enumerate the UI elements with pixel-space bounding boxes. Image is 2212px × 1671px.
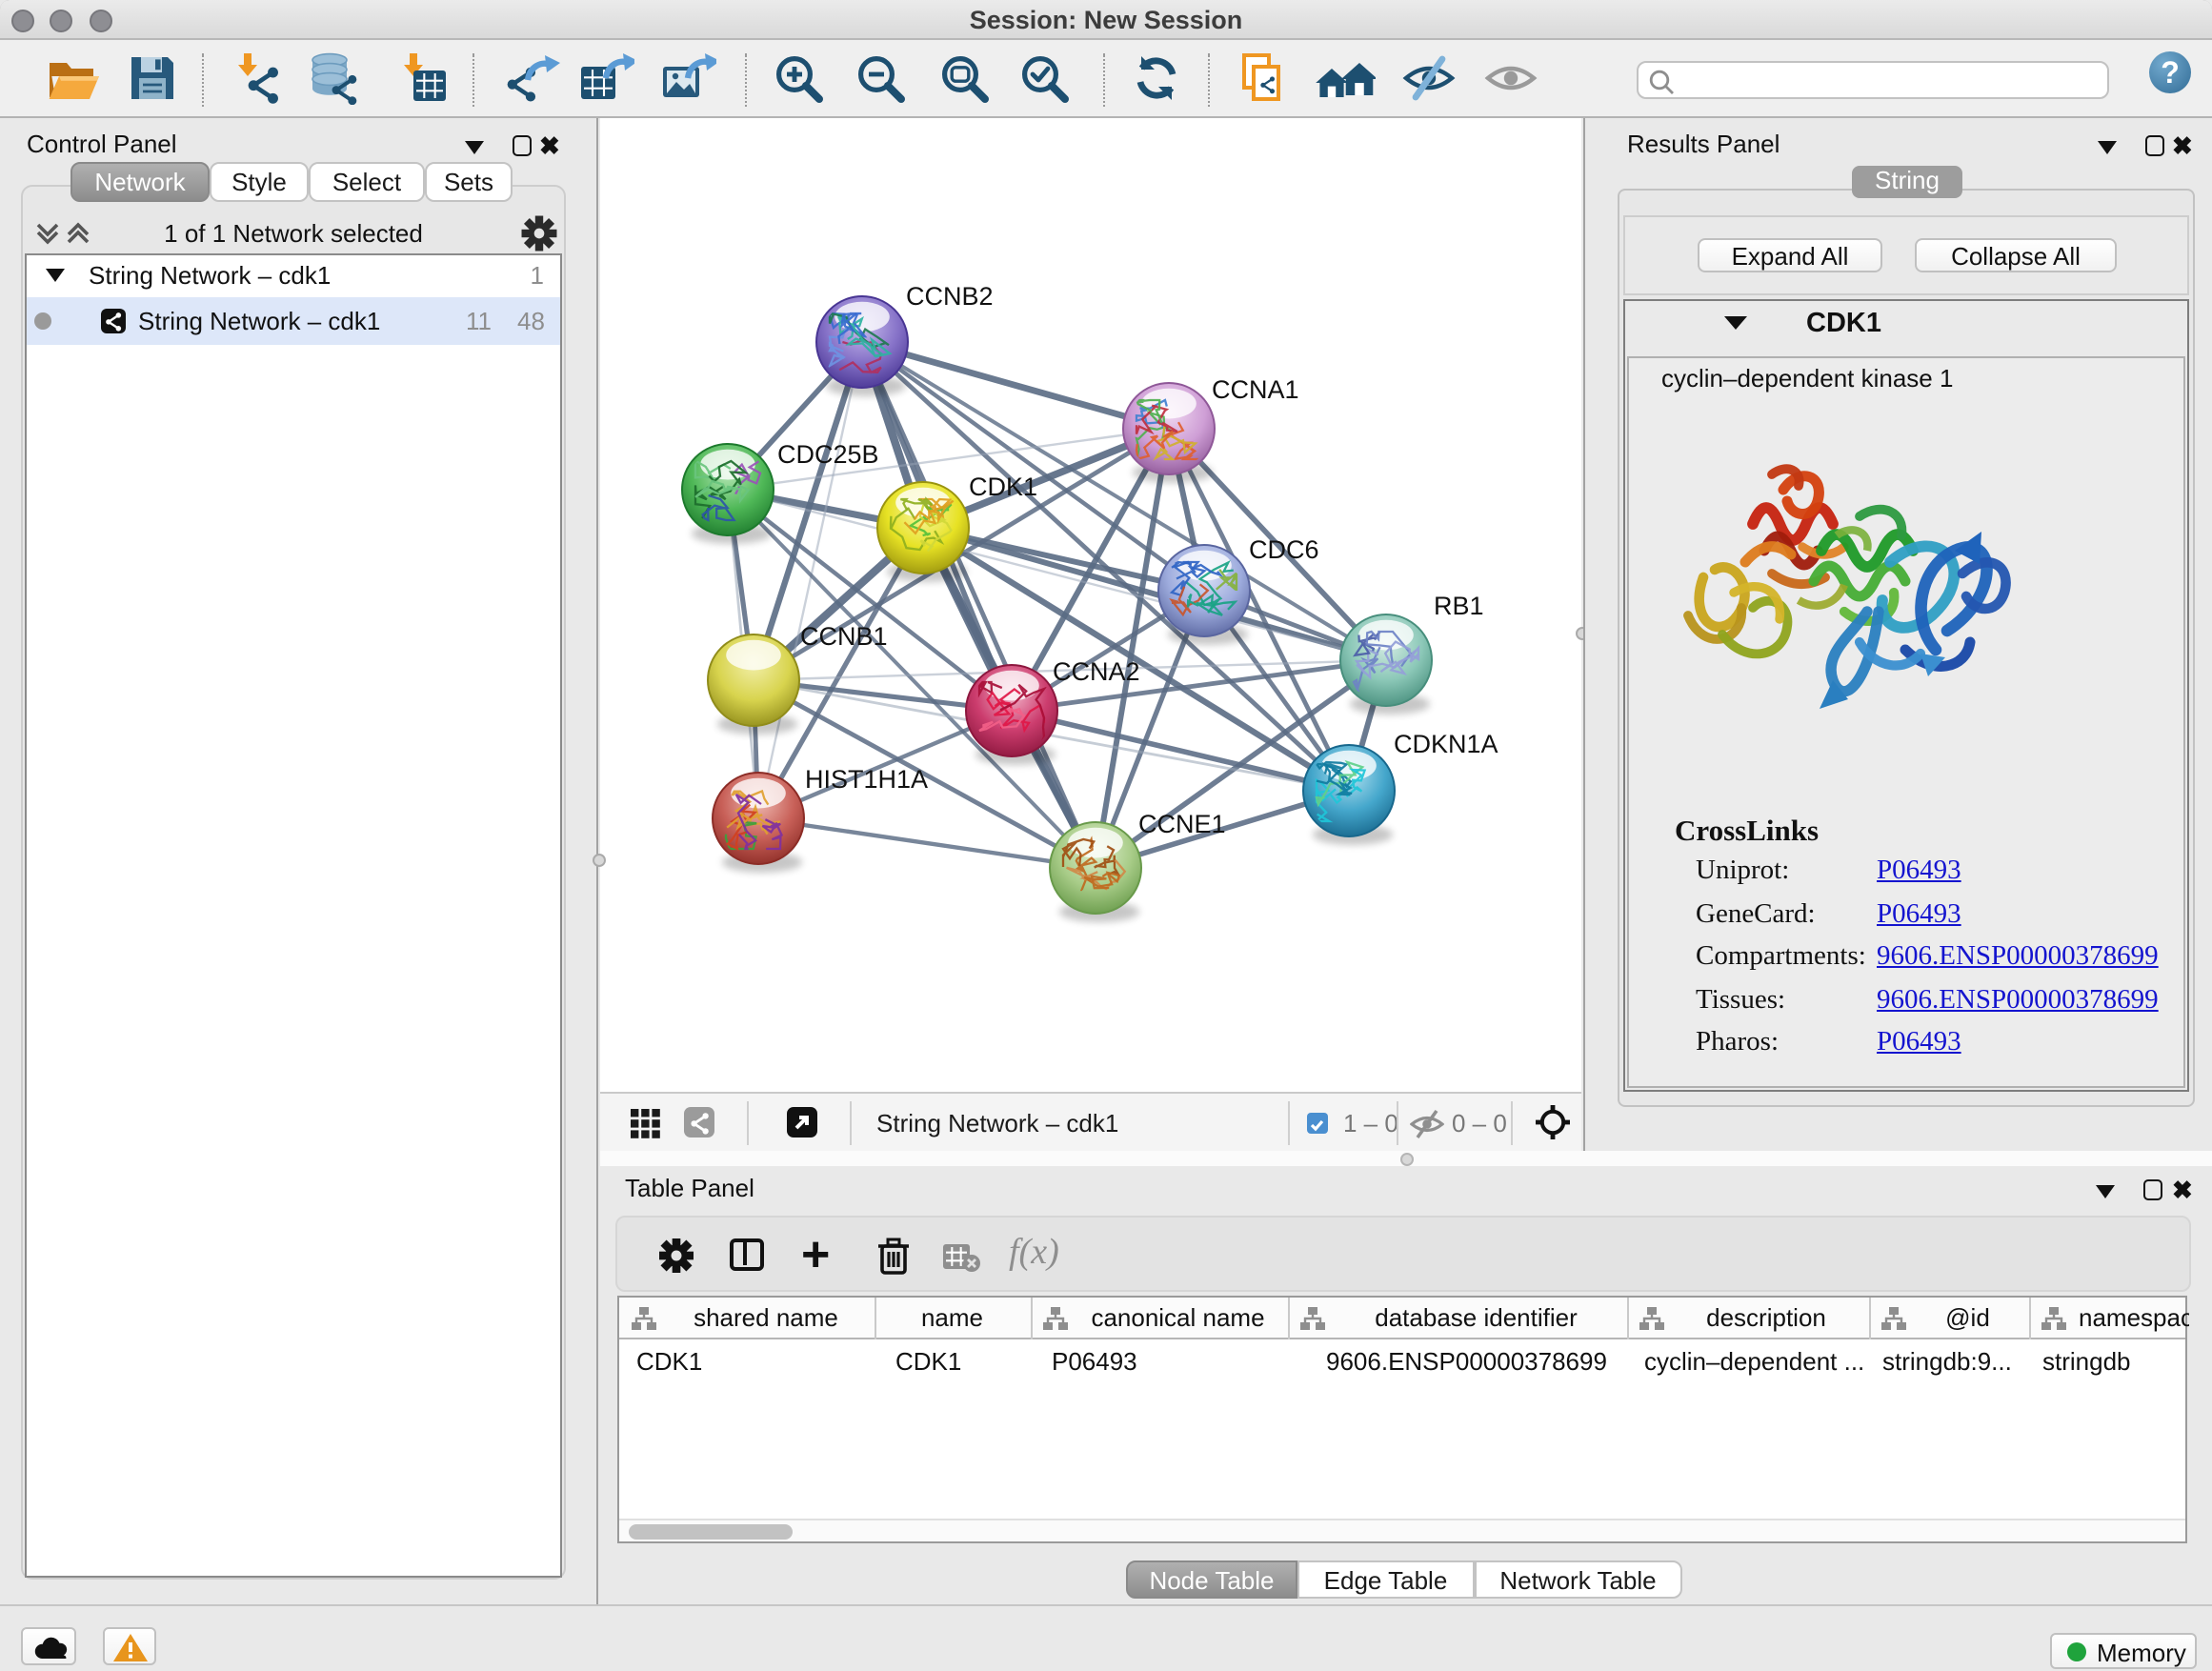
svg-text:1 of 1 Network selected: 1 of 1 Network selected bbox=[164, 219, 423, 248]
svg-text:CCNB2: CCNB2 bbox=[906, 282, 994, 311]
svg-text:HIST1H1A: HIST1H1A bbox=[805, 765, 928, 794]
svg-text:CDC25B: CDC25B bbox=[777, 440, 879, 469]
svg-text:CCNA2: CCNA2 bbox=[1053, 657, 1140, 686]
svg-text:RB1: RB1 bbox=[1434, 592, 1484, 620]
svg-text:CDC6: CDC6 bbox=[1249, 535, 1319, 564]
svg-text:CDKN1A: CDKN1A bbox=[1394, 730, 1498, 758]
svg-text:?: ? bbox=[2161, 55, 2180, 90]
svg-text:CCNA1: CCNA1 bbox=[1212, 375, 1299, 404]
svg-text:CDK1: CDK1 bbox=[969, 473, 1037, 501]
svg-text:CCNE1: CCNE1 bbox=[1138, 810, 1226, 838]
svg-text:CCNB1: CCNB1 bbox=[800, 622, 888, 651]
